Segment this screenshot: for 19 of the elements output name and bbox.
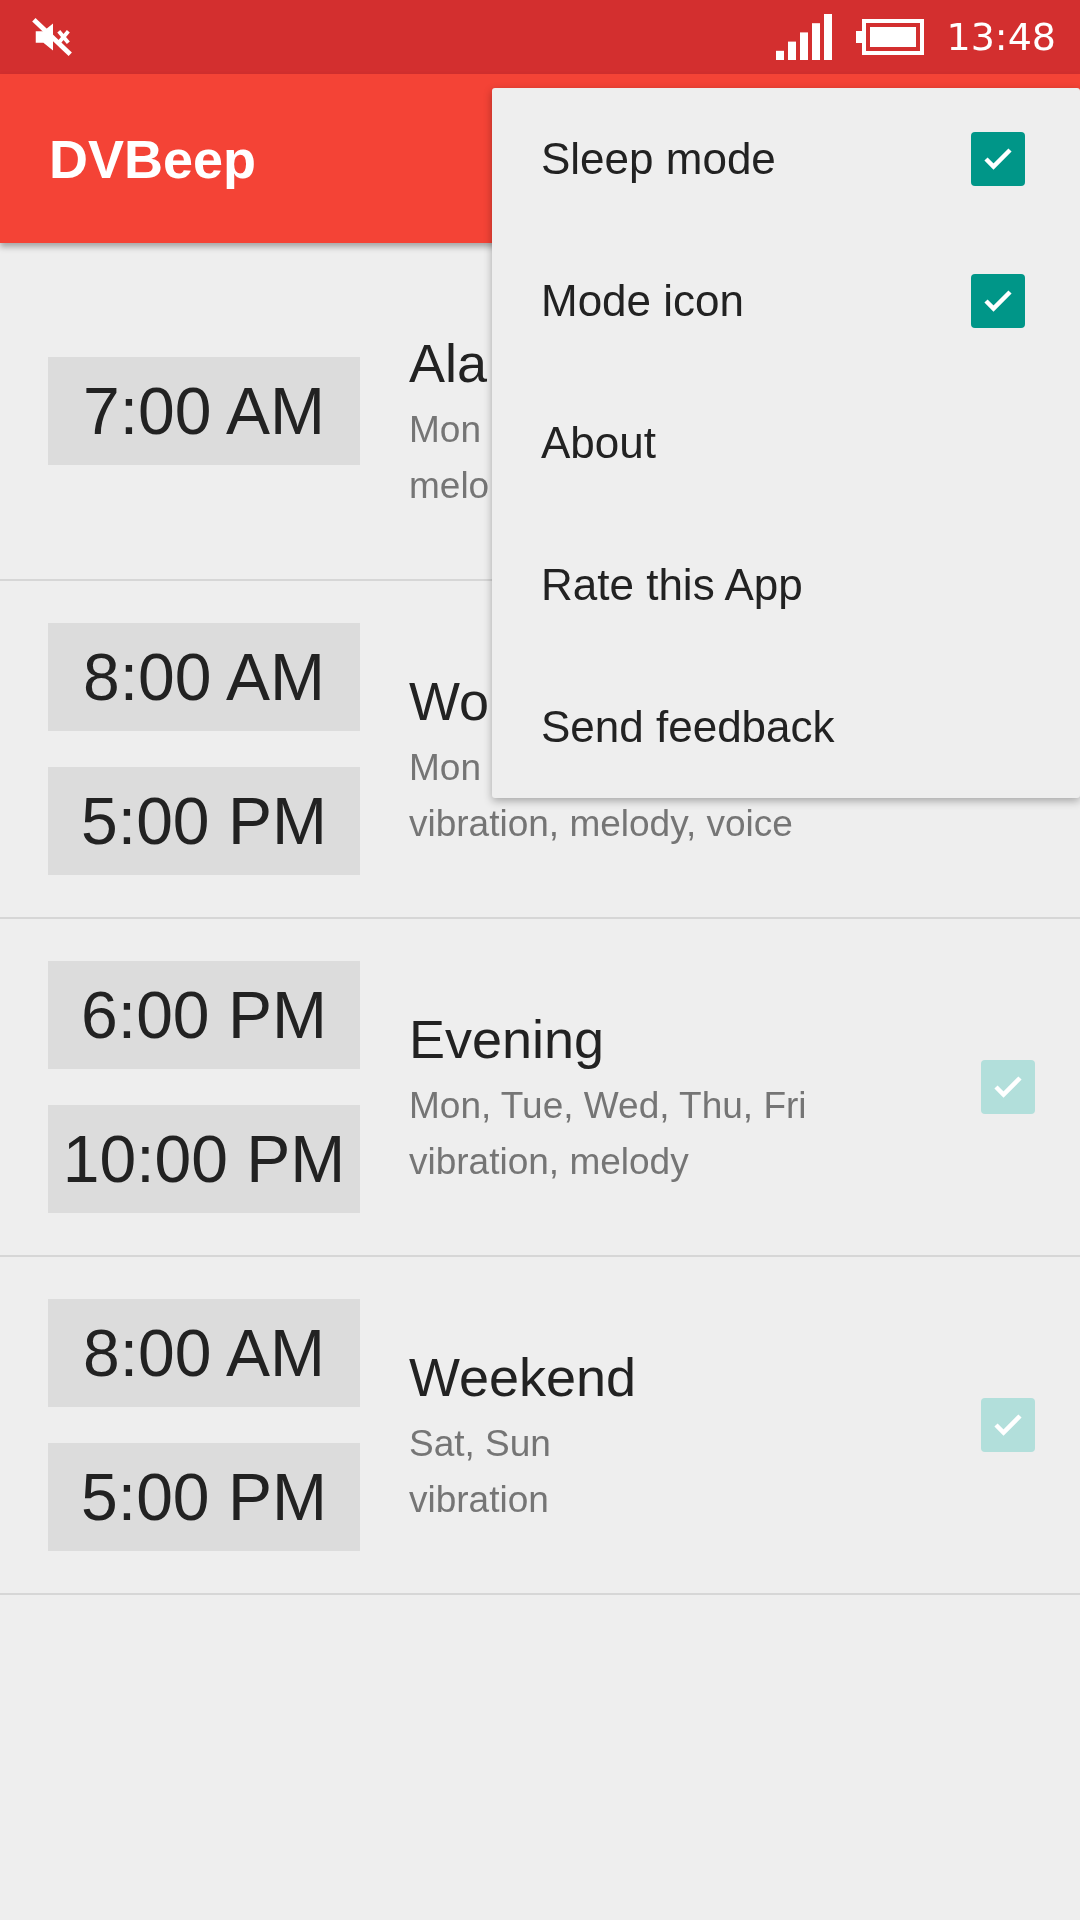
alarm-detail: Sat, Sun xyxy=(409,1422,551,1466)
menu-label: About xyxy=(541,418,656,468)
alarm-detail: Mon xyxy=(409,746,481,790)
clock-time: 13:48 xyxy=(946,15,1056,59)
alarm-title: Wo xyxy=(409,670,490,732)
alarm-detail: vibration, melody, voice xyxy=(409,802,793,846)
alarm-detail: Mon, Tue, Wed, Thu, Fri xyxy=(409,1084,807,1128)
alarm-title: Ala xyxy=(409,332,488,394)
app-title: DVBeep xyxy=(49,127,257,190)
alarm-detail: vibration xyxy=(409,1478,549,1522)
alarm-detail: Mon xyxy=(409,408,481,452)
alarm-title: Evening xyxy=(409,1008,605,1070)
menu-label: Mode icon xyxy=(541,276,744,326)
menu-label: Send feedback xyxy=(541,702,835,752)
alarm-detail: vibration, melody xyxy=(409,1140,689,1184)
alarm-detail: melo xyxy=(409,464,490,508)
alarm-title: Weekend xyxy=(409,1346,637,1408)
menu-label: Rate this App xyxy=(541,560,803,610)
menu-label: Sleep mode xyxy=(541,134,776,184)
